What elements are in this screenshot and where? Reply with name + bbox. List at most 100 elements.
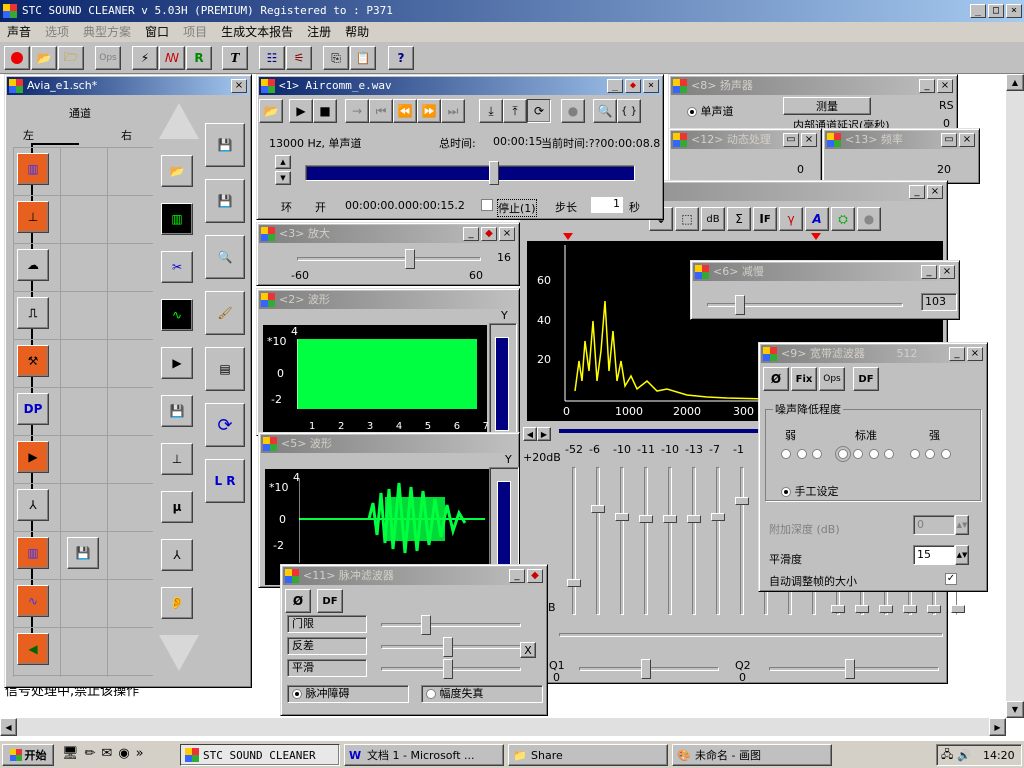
pulse-tab-df[interactable]: DF <box>317 589 343 613</box>
record-dot-button[interactable]: ● <box>561 99 585 123</box>
q2-thumb[interactable] <box>845 659 855 679</box>
stop-button[interactable]: ■ <box>313 99 337 123</box>
eq-band-thumb[interactable] <box>951 605 965 613</box>
maximize-button[interactable]: □ <box>988 4 1004 18</box>
menu-register[interactable]: 注册 <box>300 22 338 42</box>
eq-band-thumb[interactable] <box>711 513 725 521</box>
analyzer-min-button[interactable]: _ <box>909 185 925 199</box>
amp-distort-radio[interactable] <box>426 689 436 699</box>
palette-ear[interactable]: 👂 <box>161 587 193 619</box>
manual-radio[interactable] <box>781 487 791 497</box>
forward-button[interactable]: ⏩ <box>417 99 441 123</box>
eq-band-thumb[interactable] <box>687 515 701 523</box>
pulse-obstacle-option[interactable]: 脉冲障碍 <box>287 685 409 703</box>
action-note[interactable]: ▤ <box>205 347 245 391</box>
slowdown-thumb[interactable] <box>735 295 745 315</box>
smooth-field[interactable]: 15 <box>913 545 955 565</box>
amplify-track[interactable] <box>297 257 481 261</box>
bb-tab-fix[interactable]: Fix <box>791 367 817 391</box>
eq-band-track[interactable] <box>572 467 576 615</box>
palette-wave[interactable]: ▥ <box>161 203 193 235</box>
palette-save[interactable]: 💾 <box>161 395 193 427</box>
action-refresh[interactable]: ⟳ <box>205 403 245 447</box>
eq-band-thumb[interactable] <box>927 605 941 613</box>
menu-report[interactable]: 生成文本报告 <box>214 22 300 42</box>
lightning-button[interactable]: ⚡ <box>132 46 158 70</box>
palette-mu[interactable]: μ <box>161 491 193 523</box>
analyzer-marker-right[interactable] <box>811 233 821 240</box>
outlook-icon[interactable]: ✉ <box>101 746 112 764</box>
task-word[interactable]: W 文档 1 - Microsoft ... <box>344 744 504 766</box>
start-button[interactable]: 开始 <box>2 744 54 766</box>
pen-icon[interactable]: ✏ <box>85 746 96 764</box>
level-7-radio[interactable] <box>884 449 894 459</box>
brace-button[interactable]: { } <box>617 99 641 123</box>
stop-checkbox[interactable] <box>481 199 493 211</box>
amplify-close-button[interactable]: × <box>499 227 515 241</box>
pulse-pin-button[interactable]: ◆ <box>527 569 543 583</box>
node-amp[interactable]: ▶ <box>17 441 49 473</box>
analyzer-rec-button[interactable]: ● <box>857 207 881 231</box>
level-5-radio[interactable] <box>853 449 863 459</box>
copy-button[interactable]: ⎘ <box>323 46 349 70</box>
menu-window[interactable]: 窗口 <box>138 22 176 42</box>
extra-depth-spin[interactable]: ▲▼ <box>955 515 969 535</box>
eq-bottom-track[interactable] <box>559 633 943 637</box>
action-zoom[interactable]: 🔍 <box>205 235 245 279</box>
task-share[interactable]: 📁 Share <box>508 744 668 766</box>
analyzer-db-button[interactable]: dB <box>701 207 725 231</box>
reflect-thumb[interactable] <box>443 637 453 657</box>
speaker-mono[interactable]: 单声道 <box>687 103 734 119</box>
tree-button[interactable]: ☷ <box>259 46 285 70</box>
media-icon[interactable]: ◉ <box>118 746 129 764</box>
palette-scroll-down[interactable] <box>159 635 199 671</box>
palette-scroll-up[interactable] <box>159 103 199 139</box>
bb-tab-ops[interactable]: Ops <box>819 367 845 391</box>
amp-distort-option[interactable]: 幅度失真 <box>421 685 543 703</box>
record-button[interactable] <box>4 46 30 70</box>
analyzer-v-button[interactable]: γ <box>779 207 803 231</box>
amplify-thumb[interactable] <box>405 249 415 269</box>
frequency-restore-button[interactable]: ▭ <box>941 133 957 147</box>
eq-band-thumb[interactable] <box>831 605 845 613</box>
scroll-down-button[interactable]: ▼ <box>1006 701 1024 718</box>
node-save[interactable]: 💾 <box>67 537 99 569</box>
analyzer-next-button[interactable]: ▶ <box>537 427 551 441</box>
eq-band-thumb[interactable] <box>855 605 869 613</box>
workspace-vscroll[interactable]: ▲ ▼ <box>1006 74 1024 718</box>
text-tool-button[interactable]: T <box>222 46 248 70</box>
eq-band-track[interactable] <box>668 467 672 615</box>
node-dp[interactable]: DP <box>17 393 49 425</box>
slowdown-min-button[interactable]: _ <box>921 265 937 279</box>
slowdown-value[interactable]: 103 <box>921 293 957 311</box>
level-8-radio[interactable] <box>909 449 920 459</box>
measure-button[interactable]: 测量 <box>783 97 871 115</box>
threshold-track[interactable] <box>381 623 521 627</box>
eq-band-track[interactable] <box>716 467 720 615</box>
rewind-button[interactable]: ⏪ <box>393 99 417 123</box>
node-ear[interactable]: ☁ <box>17 249 49 281</box>
close-button[interactable]: × <box>1006 4 1022 18</box>
node-pulse[interactable]: ⎍ <box>17 297 49 329</box>
eq-band-track[interactable] <box>692 467 696 615</box>
eq-band-thumb[interactable] <box>735 497 749 505</box>
eq-band-thumb[interactable] <box>567 579 581 587</box>
mono-radio[interactable] <box>687 107 697 117</box>
network-tray-icon[interactable]: 🖧 <box>941 746 953 765</box>
analyzer-net-button[interactable]: ⛭ <box>831 207 855 231</box>
palette-amp[interactable]: ▶ <box>161 347 193 379</box>
ops-button[interactable]: Ops <box>95 46 121 70</box>
analyzer-select-button[interactable]: ⬚ <box>675 207 699 231</box>
analyzer-close-button[interactable]: × <box>927 185 943 199</box>
bb-tab-zero[interactable]: Ø <box>763 367 789 391</box>
volume-tray-icon[interactable]: 🔊 <box>957 749 971 762</box>
task-paint[interactable]: 🎨 未命名 - 画图 <box>672 744 832 766</box>
level-2-radio[interactable] <box>796 449 807 459</box>
analyzer-prev-button[interactable]: ◀ <box>523 427 537 441</box>
noise-radios[interactable] <box>781 446 951 462</box>
eq-band-thumb[interactable] <box>879 605 893 613</box>
bb-tab-df[interactable]: DF <box>853 367 879 391</box>
zoom-button[interactable]: 🔍 <box>593 99 617 123</box>
menu-sound[interactable]: 声音 <box>0 22 38 42</box>
position-thumb[interactable] <box>489 161 499 185</box>
